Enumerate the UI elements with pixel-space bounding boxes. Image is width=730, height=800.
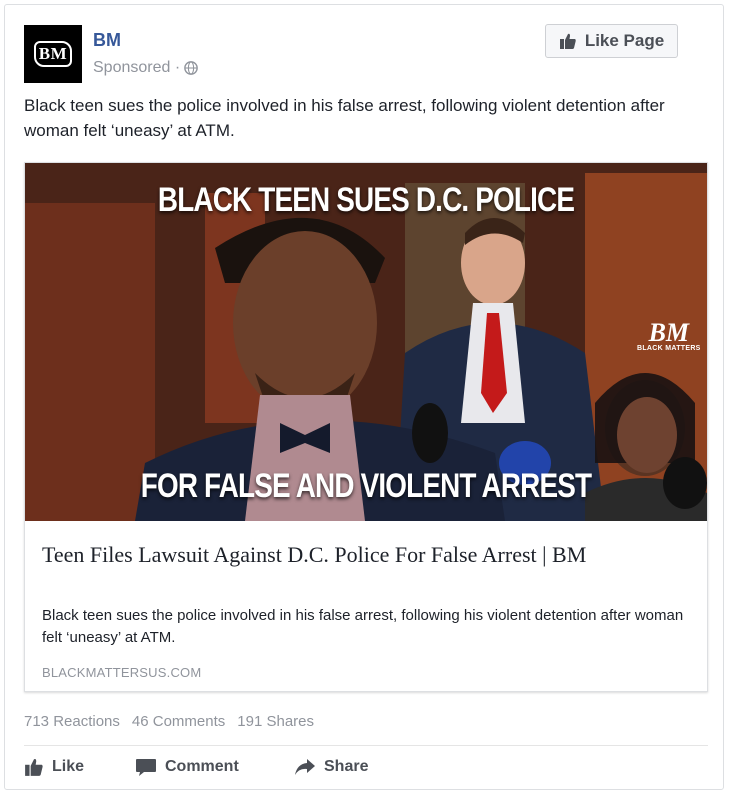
post-actions-bar: Like Comment Share [24, 757, 708, 785]
like-page-button[interactable]: Like Page [545, 24, 678, 58]
engagement-stats: 713 Reactions 46 Comments 191 Shares [24, 713, 318, 730]
post-text: Black teen sues the police involved in h… [24, 96, 665, 140]
share-arrow-icon [295, 759, 315, 775]
share-button[interactable]: Share [294, 757, 368, 777]
link-preview-image[interactable]: BLACK TEEN SUES D.C. POLICE FOR FALSE AN… [25, 163, 707, 521]
link-preview-card[interactable]: BLACK TEEN SUES D.C. POLICE FOR FALSE AN… [24, 162, 708, 692]
like-page-label: Like Page [584, 31, 665, 50]
avatar-logo-text: BM [33, 41, 73, 67]
sponsored-line: Sponsored · [93, 59, 198, 77]
thumbs-up-icon [25, 758, 43, 776]
like-button[interactable]: Like [24, 757, 84, 777]
actions-divider [24, 745, 708, 746]
globe-icon [184, 61, 198, 75]
image-watermark-logo: BM BLACK MATTERS [637, 318, 701, 353]
page-name-link[interactable]: BM [93, 30, 121, 51]
image-headline-top: BLACK TEEN SUES D.C. POLICE [157, 181, 575, 219]
sponsored-post-card: BM BM Sponsored · Like Page Black teen s… [4, 4, 724, 790]
thumbs-up-icon [559, 33, 576, 49]
comment-icon [136, 759, 156, 776]
like-label: Like [52, 758, 85, 775]
comment-button[interactable]: Comment [135, 757, 239, 777]
shares-count[interactable]: 191 Shares [237, 713, 314, 730]
image-logo-sub: BLACK MATTERS [637, 345, 701, 352]
share-label: Share [324, 758, 369, 775]
comment-label: Comment [165, 758, 239, 775]
link-title[interactable]: Teen Files Lawsuit Against D.C. Police F… [42, 540, 692, 570]
link-domain: BLACKMATTERSUS.COM [42, 665, 202, 680]
image-headline-bottom: FOR FALSE AND VIOLENT ARREST [140, 467, 592, 505]
link-description: Black teen sues the police involved in h… [42, 607, 684, 646]
image-logo-main: BM [648, 318, 690, 347]
comments-count[interactable]: 46 Comments [132, 713, 225, 730]
reactions-count[interactable]: 713 Reactions [24, 713, 120, 730]
page-avatar[interactable]: BM [24, 25, 82, 83]
sponsored-label: Sponsored · [93, 59, 181, 76]
